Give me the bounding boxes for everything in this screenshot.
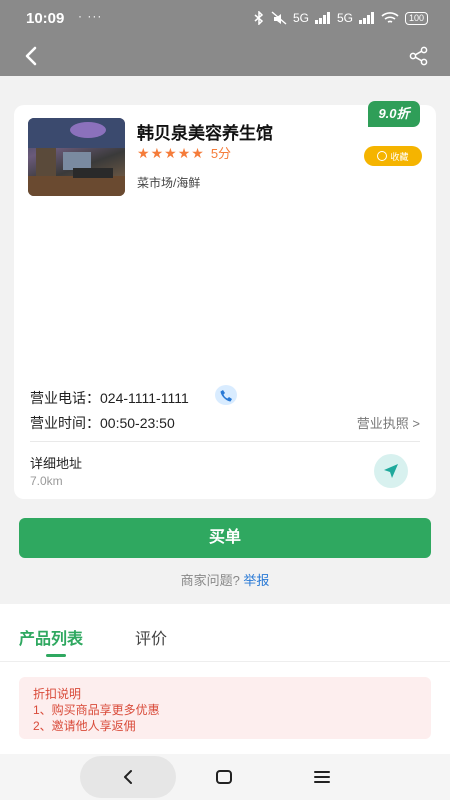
shop-photo bbox=[28, 118, 125, 196]
question-text: 商家问题? bbox=[180, 573, 240, 588]
chevron-left-icon bbox=[124, 770, 132, 784]
address-label: 详细地址 bbox=[30, 456, 83, 471]
network-label-1: 5G bbox=[292, 11, 309, 25]
network-label-2: 5G bbox=[336, 11, 353, 25]
notice-line: 2、邀请他人享返佣 bbox=[33, 719, 136, 733]
tab-reviews[interactable]: 评价 bbox=[135, 625, 167, 649]
favorite-label: 收藏 bbox=[390, 151, 409, 162]
shop-card: 韩贝泉美容养生馆 ★ ★ ★ ★ ★ 5分 菜市场/海鲜 9.0折 收藏 营业电… bbox=[14, 101, 436, 499]
navigate-button[interactable] bbox=[374, 454, 408, 488]
hours-row: 营业时间：00:50-23:50 bbox=[30, 413, 175, 433]
divider bbox=[0, 661, 450, 662]
signal-icon bbox=[314, 12, 330, 24]
phone-number: 024-1111-1111 bbox=[100, 390, 189, 406]
chevron-left-icon bbox=[25, 46, 37, 66]
phone-row: 营业电话：024-1111-1111 bbox=[30, 388, 189, 408]
status-bar: 10:09 · ··· 5G 5G 100 bbox=[0, 0, 450, 38]
share-button[interactable] bbox=[408, 45, 430, 67]
report-line: 商家问题? 举报 bbox=[0, 570, 450, 589]
tab-active-indicator bbox=[46, 654, 66, 657]
notice-line: 1、购买商品享更多优惠 bbox=[33, 703, 160, 717]
star-icon: ★ bbox=[137, 144, 150, 161]
title-bar bbox=[0, 38, 450, 76]
system-home-button[interactable] bbox=[211, 766, 237, 788]
pay-button[interactable]: 买单 bbox=[19, 518, 431, 558]
shop-name: 韩贝泉美容养生馆 bbox=[137, 124, 273, 143]
shop-category: 菜市场/海鲜 bbox=[137, 176, 201, 190]
status-icons: 5G 5G 100 bbox=[253, 11, 428, 25]
battery-icon: 100 bbox=[404, 11, 428, 25]
distance: 7.0km bbox=[30, 474, 63, 488]
discount-notice: 折扣说明 1、购买商品享更多优惠 2、邀请他人享返佣 bbox=[19, 677, 431, 739]
mute-icon bbox=[271, 11, 287, 25]
star-icon: ★ bbox=[150, 144, 164, 161]
rating-stars: ★ ★ ★ ★ ★ 5分 bbox=[137, 143, 231, 162]
phone-icon bbox=[220, 389, 232, 401]
phone-label: 营业电话： bbox=[30, 390, 100, 406]
license-link[interactable]: 营业执照 > bbox=[357, 413, 420, 432]
report-link[interactable]: 举报 bbox=[243, 573, 269, 588]
star-icon: ★ bbox=[191, 144, 204, 161]
hours-label: 营业时间： bbox=[30, 415, 100, 431]
star-icon: ★ bbox=[177, 144, 191, 161]
status-time: 10:09 bbox=[26, 10, 65, 27]
tab-products[interactable]: 产品列表 bbox=[19, 625, 83, 649]
status-dots: · ··· bbox=[78, 9, 103, 23]
rating-score: 5分 bbox=[210, 146, 232, 161]
hours-value: 00:50-23:50 bbox=[100, 415, 175, 431]
home-square-icon bbox=[216, 770, 232, 784]
favorite-button[interactable]: 收藏 bbox=[364, 146, 422, 166]
discount-badge: 9.0折 bbox=[368, 101, 420, 127]
wifi-icon bbox=[381, 11, 399, 23]
star-icon: ★ bbox=[164, 144, 177, 161]
system-back-button[interactable] bbox=[80, 756, 176, 798]
back-button[interactable] bbox=[18, 42, 46, 70]
divider bbox=[30, 441, 420, 442]
favorite-icon bbox=[377, 151, 388, 161]
bluetooth-icon bbox=[254, 11, 264, 25]
share-icon bbox=[409, 46, 428, 66]
navigation-arrow-icon bbox=[384, 464, 398, 478]
menu-icon bbox=[314, 771, 330, 783]
notice-title: 折扣说明 bbox=[33, 687, 82, 701]
product-panel: 产品列表 评价 折扣说明 1、购买商品享更多优惠 2、邀请他人享返佣 bbox=[0, 604, 450, 754]
shop-photo-art bbox=[28, 118, 125, 196]
system-nav-bar bbox=[0, 754, 450, 800]
system-menu-button[interactable] bbox=[309, 766, 335, 788]
call-button[interactable] bbox=[215, 385, 237, 405]
signal-icon-2 bbox=[358, 12, 374, 24]
